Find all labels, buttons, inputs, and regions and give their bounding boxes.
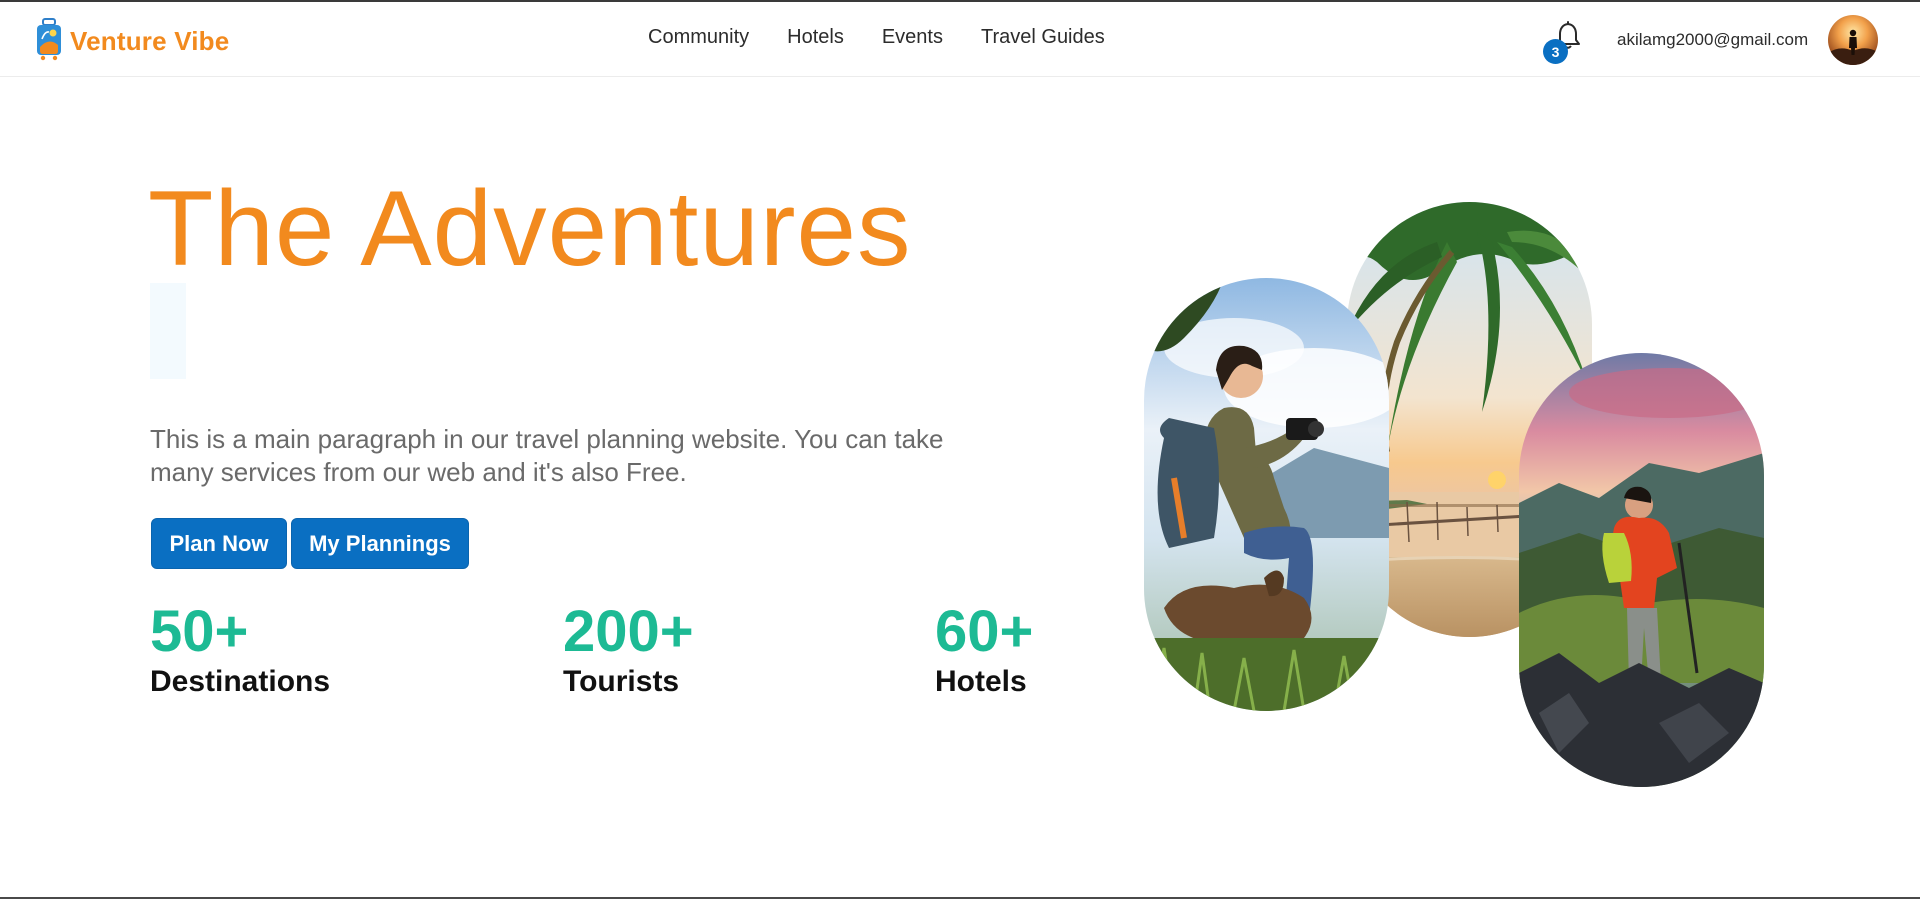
hero-title: The Adventures [148, 168, 912, 288]
hero-paragraph: This is a main paragraph in our travel p… [150, 424, 944, 487]
notification-count-badge: 3 [1543, 39, 1568, 64]
user-email[interactable]: akilamg2000@gmail.com [1617, 30, 1808, 50]
brand-logo-link[interactable]: Venture Vibe [34, 16, 229, 62]
mountain-hiker-photo [1519, 353, 1764, 787]
stat-label: Tourists [563, 664, 680, 698]
plan-now-button[interactable]: Plan Now [151, 518, 287, 569]
hero-button-row: Plan Now My Plannings [151, 518, 469, 569]
hiker-with-camera-photo [1144, 278, 1389, 711]
stat-label: Hotels [935, 664, 1027, 698]
nav-link-events[interactable]: Events [882, 26, 943, 49]
notifications-button[interactable]: 3 [1540, 20, 1584, 66]
stat-value: 200+ [563, 599, 694, 664]
navbar: Venture Vibe Community Hotels Events Tra… [0, 2, 1920, 77]
nav-link-community[interactable]: Community [648, 26, 749, 49]
my-plannings-button[interactable]: My Plannings [291, 518, 469, 569]
typing-cursor-block [150, 283, 186, 379]
nav-link-hotels[interactable]: Hotels [787, 26, 844, 49]
main-nav: Community Hotels Events Travel Guides [648, 26, 1143, 49]
stat-hotels: 60+ Hotels [935, 600, 1033, 700]
stat-value: 50+ [150, 599, 249, 664]
stat-value: 60+ [935, 599, 1034, 664]
stat-destinations: 50+ Destinations [150, 600, 330, 700]
suitcase-icon [37, 18, 61, 61]
stat-tourists: 200+ Tourists [563, 600, 694, 700]
stat-label: Destinations [150, 664, 331, 698]
nav-link-travel-guides[interactable]: Travel Guides [981, 26, 1105, 49]
avatar-icon[interactable] [1828, 15, 1878, 65]
brand-name: Venture Vibe [70, 25, 230, 56]
